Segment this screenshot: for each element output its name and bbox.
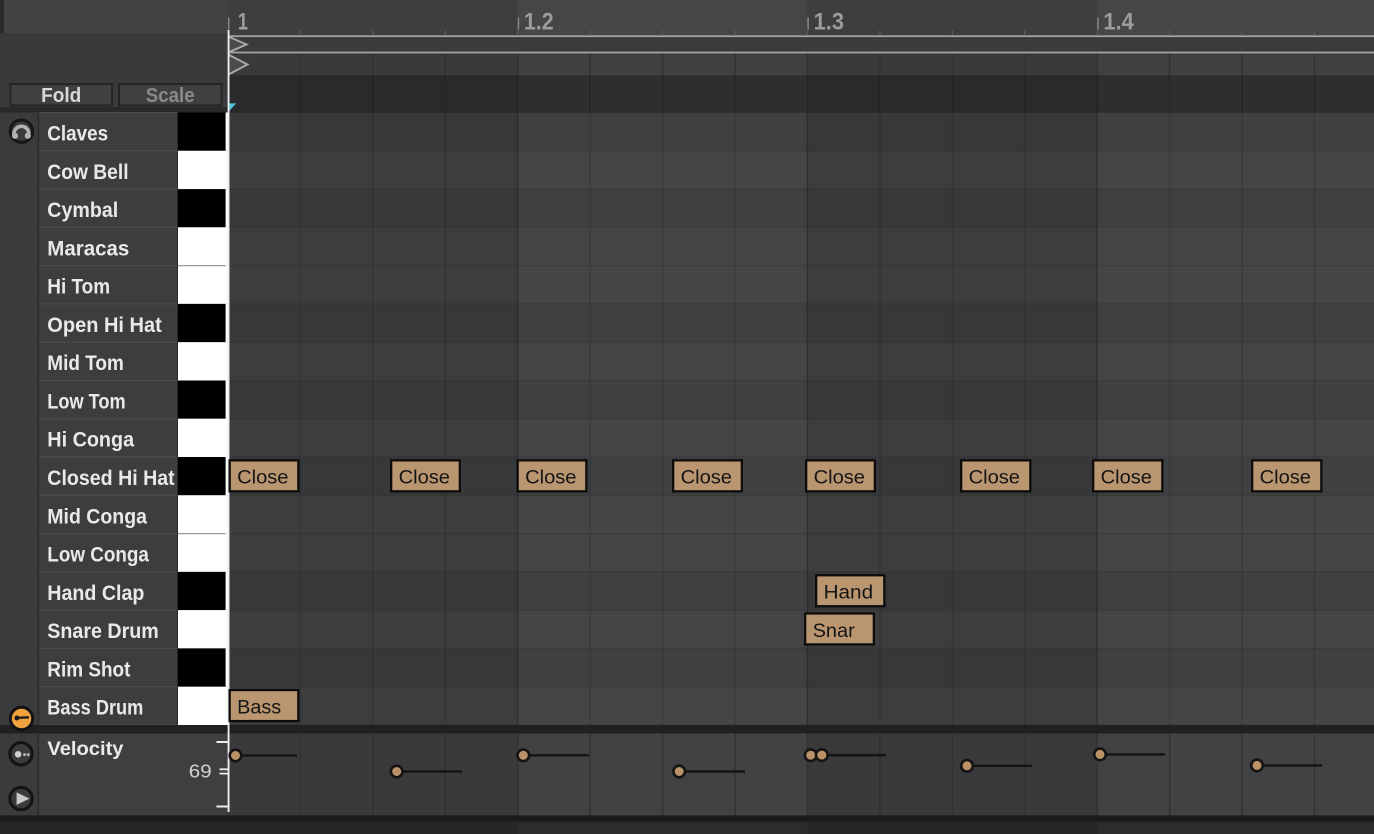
svg-text:Fold: Fold [41, 85, 81, 107]
svg-text:Close: Close [681, 468, 732, 489]
svg-text:Close: Close [237, 468, 288, 489]
svg-text:Hand: Hand [824, 583, 874, 604]
svg-text:Mid Tom: Mid Tom [47, 351, 124, 375]
svg-text:1.3: 1.3 [814, 8, 844, 35]
svg-text:69: 69 [189, 760, 212, 781]
svg-text:Close: Close [399, 468, 450, 489]
svg-text:Low Conga: Low Conga [47, 543, 150, 567]
svg-text:Snar: Snar [813, 621, 856, 642]
svg-text:Bass: Bass [237, 697, 281, 718]
svg-text:Cow Bell: Cow Bell [47, 160, 128, 184]
svg-text:Open Hi Hat: Open Hi Hat [47, 313, 162, 337]
svg-text:Velocity: Velocity [47, 739, 124, 760]
svg-text:Bass Drum: Bass Drum [47, 696, 143, 720]
svg-text:Low Tom: Low Tom [47, 390, 125, 414]
svg-text:Closed Hi Hat: Closed Hi Hat [47, 466, 174, 490]
svg-text:Close: Close [1101, 468, 1152, 489]
svg-text:Close: Close [525, 468, 576, 489]
svg-text:Close: Close [969, 468, 1020, 489]
svg-text:Close: Close [1260, 468, 1311, 489]
svg-text:Close: Close [814, 468, 865, 489]
svg-text:Hand Clap: Hand Clap [47, 581, 144, 605]
svg-text:Mid Conga: Mid Conga [47, 504, 148, 528]
svg-text:1: 1 [238, 8, 248, 35]
svg-text:1.2: 1.2 [524, 8, 554, 35]
svg-text:1.4: 1.4 [1103, 8, 1134, 35]
svg-text:Cymbal: Cymbal [47, 198, 118, 222]
svg-text:Hi Conga: Hi Conga [47, 428, 135, 452]
svg-text:Hi Tom: Hi Tom [47, 275, 110, 299]
svg-text:Scale: Scale [146, 85, 195, 107]
svg-text:Maracas: Maracas [47, 236, 129, 260]
svg-text:Claves: Claves [47, 122, 108, 146]
svg-text:Rim Shot: Rim Shot [47, 657, 130, 681]
svg-text:Snare Drum: Snare Drum [47, 619, 159, 643]
